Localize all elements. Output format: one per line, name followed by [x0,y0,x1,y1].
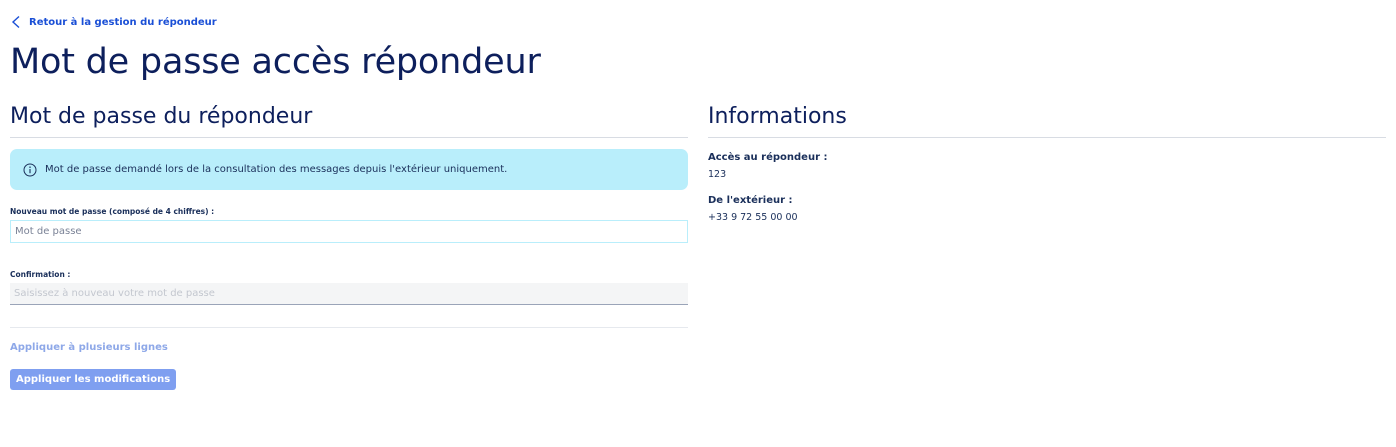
info-item-answering-access: Accès au répondeur : 123 [708,152,1386,180]
new-password-input[interactable] [10,220,688,243]
confirm-password-input[interactable] [10,283,688,305]
informations-section: Informations Accès au répondeur : 123 De… [708,104,1386,223]
info-banner: Mot de passe demandé lors de la consulta… [10,149,688,190]
info-item-value: 123 [708,169,727,180]
page: Retour à la gestion du répondeur Mot de … [0,0,1396,447]
confirm-password-label: Confirmation : [10,270,71,279]
info-icon [23,163,37,177]
info-item-external-access: De l'extérieur : +33 9 72 55 00 00 [708,195,1386,223]
info-item-label: De l'extérieur : [708,195,793,206]
info-banner-text: Mot de passe demandé lors de la consulta… [45,164,508,175]
password-form-section: Mot de passe du répondeur Mot de passe d… [10,104,688,390]
back-link-label: Retour à la gestion du répondeur [29,16,217,28]
apply-multiple-lines-link[interactable]: Appliquer à plusieurs lignes [10,342,688,353]
form-divider [10,327,688,328]
new-password-label: Nouveau mot de passe (composé de 4 chiff… [10,207,215,216]
chevron-left-icon [11,15,21,29]
apply-changes-button[interactable]: Appliquer les modifications [10,369,177,390]
info-item-label: Accès au répondeur : [708,152,828,163]
info-item-value: +33 9 72 55 00 00 [708,212,798,223]
back-to-answering-machine-link[interactable]: Retour à la gestion du répondeur [11,15,217,29]
page-title: Mot de passe accès répondeur [10,42,541,82]
password-section-title: Mot de passe du répondeur [10,104,688,138]
informations-section-title: Informations [708,104,1386,138]
